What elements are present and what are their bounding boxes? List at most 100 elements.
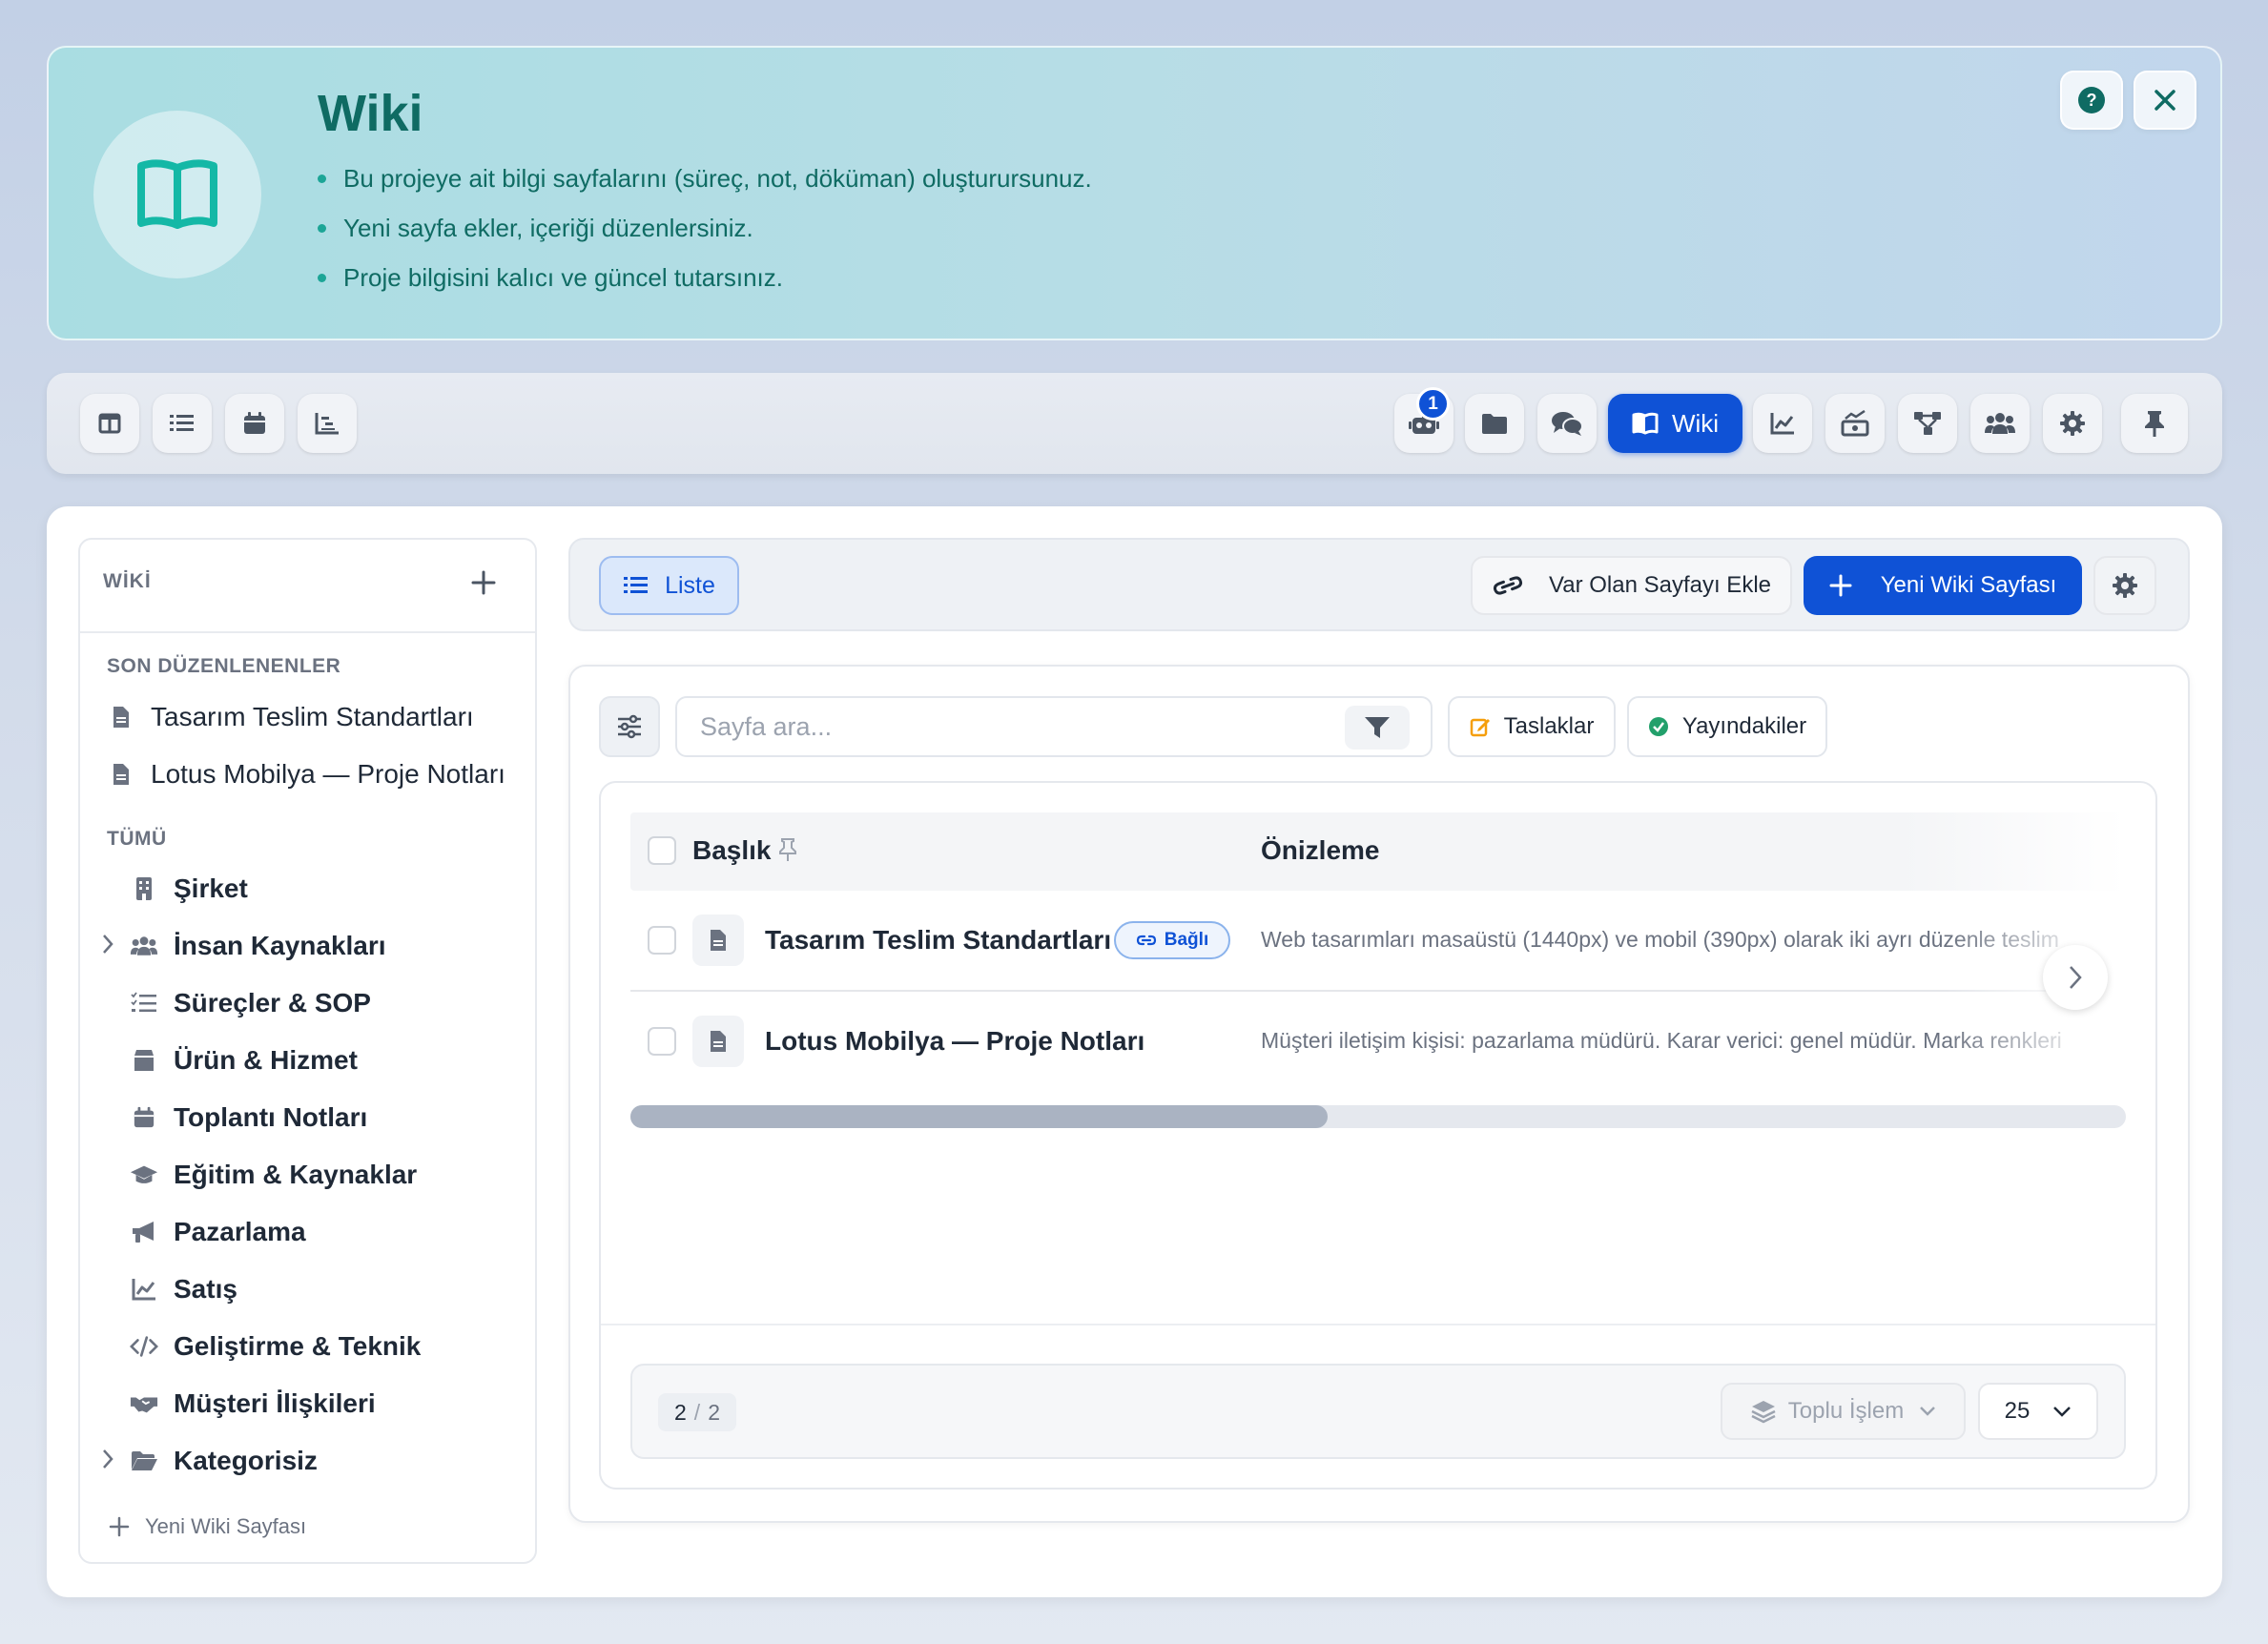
file-icon [692,914,744,966]
add-existing-label: Var Olan Sayfayı Ekle [1549,572,1771,598]
row-checkbox[interactable] [648,1027,676,1056]
chevron-down-icon [1920,1407,1936,1416]
new-page-label: Yeni Wiki Sayfası [145,1514,307,1538]
file-icon [692,1016,744,1067]
sidebar-item-sirket[interactable]: Şirket [130,873,248,904]
published-filter[interactable]: Yayındakiler [1627,696,1827,757]
close-icon [2155,90,2175,111]
link-icon [1493,576,1523,595]
close-button[interactable] [2134,71,2196,130]
tab-wiki[interactable]: Wiki [1608,394,1742,453]
sidebar-item-egitim[interactable]: Eğitim & Kaynaklar [130,1160,417,1190]
recent-item-label: Lotus Mobilya — Proje Notları [151,759,505,789]
graduation-cap-icon [130,1161,158,1189]
calendar-view-button[interactable] [225,394,284,453]
team-button[interactable] [1970,394,2030,453]
drafts-filter[interactable]: Taslaklar [1448,696,1616,757]
divider [80,631,535,633]
sidebar-item-label: İnsan Kaynakları [174,931,386,960]
banner-bullet: Yeni sayfa ekler, içeriği düzenlersiniz. [318,214,753,243]
view-toolbar [47,373,2222,474]
sidebar-item-kategorisiz[interactable]: Kategorisiz [130,1446,318,1476]
row-title[interactable]: Lotus Mobilya — Proje Notları [765,1026,1144,1057]
sidebar-item-label: Geliştirme & Teknik [174,1331,422,1361]
discussions-button[interactable] [1537,394,1597,453]
gantt-view-button[interactable] [298,394,357,453]
folder-open-icon [130,1447,158,1475]
sidebar-item-toplanti-notlari[interactable]: Toplantı Notları [130,1102,367,1133]
settings-button[interactable] [2043,394,2102,453]
sidebar-item-urun-hizmet[interactable]: Ürün & Hizmet [130,1045,358,1076]
scroll-right-button[interactable] [2043,945,2108,1010]
reports-button[interactable] [1753,394,1812,453]
divider [601,1324,2155,1325]
chevron-right-icon[interactable] [101,1448,114,1470]
files-button[interactable] [1465,394,1524,453]
per-page-value: 25 [2004,1398,2031,1424]
page-count: 2 / 2 [658,1393,736,1431]
banner-bullet: Proje bilgisini kalıcı ve güncel tutarsı… [318,263,783,293]
per-page-select[interactable]: 25 [1978,1383,2098,1440]
column-title[interactable]: Başlık [692,835,772,866]
search-input[interactable] [677,698,1288,755]
recent-item[interactable]: Tasarım Teslim Standartları [107,702,474,732]
filter-settings-button[interactable] [599,696,660,757]
bullet-text: Proje bilgisini kalıcı ve güncel tutarsı… [343,263,783,292]
add-page-button[interactable] [467,566,500,599]
kanban-view-button[interactable] [80,394,139,453]
link-icon [1136,935,1156,946]
workflow-button[interactable] [1898,394,1957,453]
wiki-settings-button[interactable] [2093,556,2156,615]
sidebar-item-label: Eğitim & Kaynaklar [174,1160,418,1189]
chevron-right-icon[interactable] [101,933,114,956]
search-box [675,696,1433,757]
sidebar-item-gelistirme[interactable]: Geliştirme & Teknik [130,1331,421,1362]
sidebar-new-page-link[interactable]: Yeni Wiki Sayfası [109,1514,306,1539]
gear-icon [2113,573,2137,598]
banner-bullet: Bu projeye ait bilgi sayfalarını (süreç,… [318,164,1092,194]
add-existing-page-button[interactable]: Var Olan Sayfayı Ekle [1471,556,1792,615]
list-toggle-label: Liste [665,571,715,599]
check-circle-icon [1648,717,1668,736]
calendar-icon [130,1103,158,1132]
search-filter-button[interactable] [1345,706,1410,750]
pin-button[interactable] [2121,394,2188,453]
columns-icon [98,413,121,434]
pin-icon[interactable] [778,837,797,862]
finance-button[interactable] [1825,394,1885,453]
select-all-checkbox[interactable] [648,836,676,865]
bulk-label: Toplu İşlem [1787,1398,1905,1424]
drafts-label: Taslaklar [1503,713,1595,739]
scrollbar-thumb[interactable] [630,1105,1328,1128]
sidebar-item-pazarlama[interactable]: Pazarlama [130,1217,306,1247]
handshake-icon [130,1389,158,1418]
count-current: 2 [674,1399,687,1425]
sidebar-item-insan-kaynaklari[interactable]: İnsan Kaynakları [130,931,386,961]
row-title[interactable]: Tasarım Teslim Standartları [765,925,1111,956]
svg-text:?: ? [2087,91,2097,110]
list-view-toggle[interactable]: Liste [599,556,739,615]
gantt-icon [315,413,339,435]
sidebar-item-satis[interactable]: Satış [130,1274,237,1305]
plus-icon [1829,574,1852,597]
published-label: Yayındakiler [1681,713,1807,739]
help-button[interactable]: ? [2060,71,2123,130]
column-preview: Önizleme [1261,835,1380,865]
linked-badge: Bağlı [1114,921,1230,959]
sidebar-item-label: Müşteri İlişkileri [174,1388,376,1418]
recent-item[interactable]: Lotus Mobilya — Proje Notları [107,759,505,790]
linked-badge-label: Bağlı [1164,930,1209,950]
row-divider [630,990,2126,992]
new-wiki-page-button[interactable]: Yeni Wiki Sayfası [1804,556,2082,615]
sidebar-item-surecler[interactable]: Süreçler & SOP [130,988,371,1018]
comments-icon [1552,412,1583,436]
row-checkbox[interactable] [648,926,676,955]
bulk-action-select[interactable]: Toplu İşlem [1721,1383,1966,1440]
edit-icon [1470,718,1490,737]
list-view-button[interactable] [153,394,212,453]
sidebar-item-musteri[interactable]: Müşteri İlişkileri [130,1388,376,1419]
users-icon [130,932,158,960]
sidebar-item-label: Toplantı Notları [174,1102,368,1132]
folder-icon [1482,414,1507,434]
sliders-icon [618,714,641,739]
